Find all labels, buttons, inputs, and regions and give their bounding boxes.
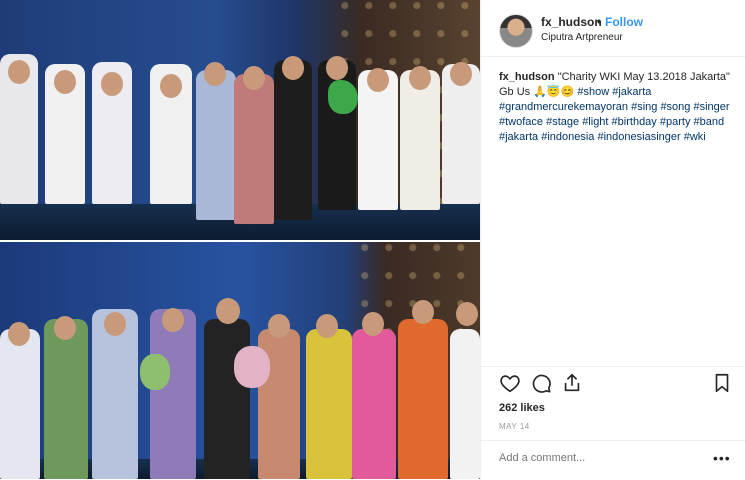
performer-head (409, 66, 431, 90)
bouquet (234, 346, 270, 388)
performer (306, 329, 352, 479)
location-link[interactable]: Ciputra Artpreneur (541, 32, 623, 43)
hashtag-link[interactable]: #song (660, 101, 690, 113)
performer-head (450, 62, 472, 86)
hashtag-link[interactable]: #party (660, 116, 691, 128)
hashtag-link[interactable]: #birthday (612, 116, 657, 128)
bookmark-icon[interactable] (711, 372, 733, 394)
likes-count[interactable]: 262 likes (499, 402, 545, 414)
performer-head (412, 300, 434, 324)
performer (44, 319, 88, 479)
hashtag-link[interactable]: #jakarta (499, 131, 538, 143)
performer (196, 70, 236, 220)
performer (274, 60, 312, 220)
hashtag-link[interactable]: #show (577, 86, 609, 98)
hashtag-link[interactable]: #twoface (499, 116, 543, 128)
hashtag-link[interactable]: #stage (546, 116, 579, 128)
comment-input[interactable] (499, 452, 699, 464)
performer-head (362, 312, 384, 336)
hashtag-link[interactable]: #grandmercurekemayoran (499, 101, 628, 113)
hashtag-link[interactable]: #sing (631, 101, 657, 113)
performer-head (367, 68, 389, 92)
hashtag-link[interactable]: #jakarta (612, 86, 651, 98)
photo-panel-bottom (0, 242, 480, 479)
performer (450, 329, 480, 479)
performer-head (268, 314, 290, 338)
performer-head (204, 62, 226, 86)
performer (204, 319, 250, 479)
performer-head (104, 312, 126, 336)
performer (352, 329, 396, 479)
hashtag-link[interactable]: #band (694, 116, 725, 128)
hashtag-link[interactable]: #singer (693, 101, 729, 113)
performer-head (216, 298, 240, 324)
comment-icon[interactable] (530, 372, 552, 394)
hashtag-link[interactable]: #light (582, 116, 608, 128)
performer-head (282, 56, 304, 80)
post-photo[interactable] (0, 0, 480, 479)
post-date: MAY 14 (499, 422, 530, 431)
bouquet (140, 354, 170, 390)
photo-panel-top (0, 0, 480, 240)
separator-dot: • (597, 15, 602, 29)
performer (0, 329, 40, 479)
share-icon[interactable] (561, 372, 583, 394)
follow-button[interactable]: Follow (605, 15, 643, 29)
hashtag-link[interactable]: #indonesia (541, 131, 594, 143)
performer-head (316, 314, 338, 338)
performer-head (8, 60, 30, 84)
performer (400, 70, 440, 210)
performer-head (326, 56, 348, 80)
performer-head (162, 308, 184, 332)
heart-icon[interactable] (499, 372, 521, 394)
performer (234, 74, 274, 224)
performer-head (54, 316, 76, 340)
hashtag-link[interactable]: #wki (684, 131, 706, 143)
performer-head (54, 70, 76, 94)
post-sidebar: fx_hudson • Follow Ciputra Artpreneur fx… (480, 0, 745, 479)
post-header: fx_hudson • Follow Ciputra Artpreneur (481, 0, 745, 57)
caption-username[interactable]: fx_hudson (499, 71, 555, 83)
more-options-button[interactable]: ••• (713, 450, 731, 466)
performer (398, 319, 448, 479)
performer-head (243, 66, 265, 90)
bouquet (328, 80, 358, 114)
performer-head (101, 72, 123, 96)
performer (150, 309, 196, 479)
caption: fx_hudson "Charity WKI May 13.2018 Jakar… (499, 70, 734, 145)
username-link[interactable]: fx_hudson (541, 15, 602, 29)
performer-head (160, 74, 182, 98)
hashtag-link[interactable]: #indonesiasinger (597, 131, 680, 143)
avatar[interactable] (499, 14, 533, 48)
performer-head (456, 302, 478, 326)
performer-head (8, 322, 30, 346)
